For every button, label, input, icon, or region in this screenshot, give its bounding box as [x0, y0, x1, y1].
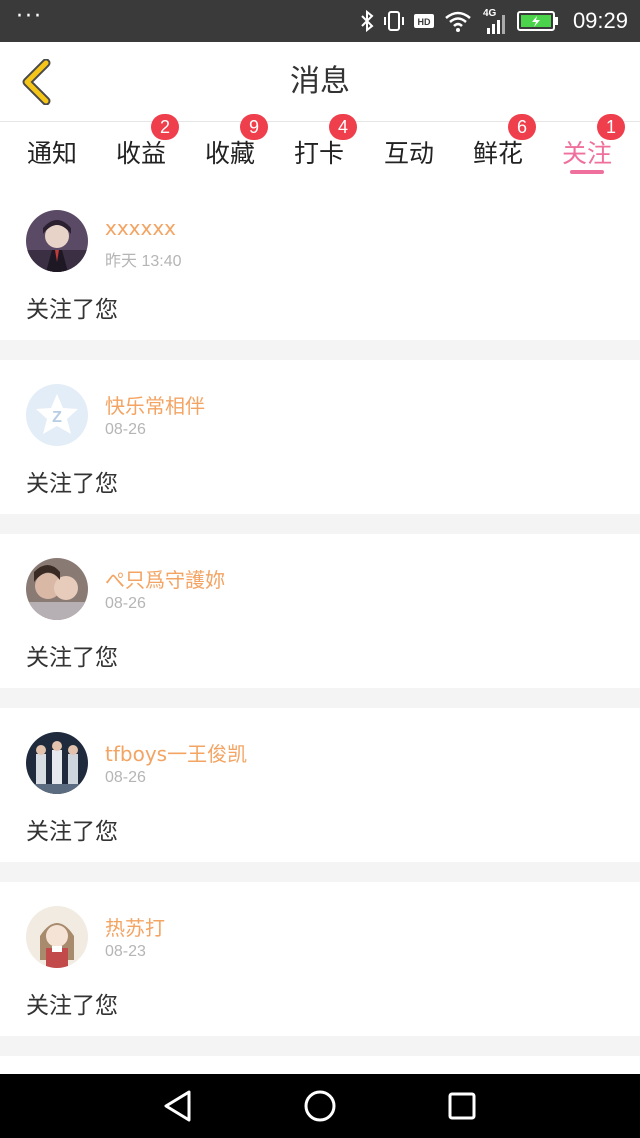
tab-flowers[interactable]: 鲜花 6 [468, 114, 536, 186]
clock: 09:29 [572, 8, 628, 33]
list-item[interactable]: Z 快乐常相伴 08-26 关注了您 [0, 360, 640, 514]
avatar[interactable]: Z [26, 384, 88, 446]
tab-earnings[interactable]: 收益 2 [111, 114, 179, 186]
message-text: 关注了您 [26, 297, 118, 323]
username-link[interactable]: ぺ只爲守護妳 [105, 564, 225, 593]
back-triangle-icon [164, 1090, 191, 1122]
list-item[interactable]: tfboys一王俊凯 08-26 关注了您 [0, 708, 640, 862]
username-link[interactable]: tfboys一王俊凯 [105, 738, 247, 767]
username-link[interactable]: xxxxxx [105, 216, 176, 240]
unread-badge: 6 [508, 114, 536, 140]
tab-checkin[interactable]: 打卡 4 [289, 114, 357, 186]
system-navigation-bar [0, 1074, 640, 1138]
system-home-button[interactable] [280, 1074, 360, 1138]
svg-text:HD: HD [417, 17, 430, 27]
recents-square-icon [448, 1092, 476, 1120]
avatar[interactable] [26, 558, 88, 620]
vibrate-icon [383, 9, 405, 33]
system-back-button[interactable] [138, 1074, 218, 1138]
message-text: 关注了您 [26, 819, 118, 845]
avatar[interactable] [26, 906, 88, 968]
wifi-icon [443, 9, 473, 33]
tab-label: 互动 [383, 139, 434, 168]
home-circle-icon [304, 1090, 336, 1122]
system-recents-button[interactable] [422, 1074, 502, 1138]
unread-badge: 2 [151, 114, 179, 140]
active-tab-indicator [570, 170, 604, 174]
timestamp: 08-26 [105, 595, 146, 612]
tab-label: 通知 [26, 139, 77, 168]
list-item[interactable]: xxxxxx 昨天 13:40 关注了您 [0, 186, 640, 340]
message-text: 关注了您 [26, 993, 118, 1019]
avatar[interactable] [26, 732, 88, 794]
notification-list: xxxxxx 昨天 13:40 关注了您 Z 快乐常相伴 08-26 关注了您 … [0, 186, 640, 1086]
avatar[interactable] [26, 210, 88, 272]
list-item[interactable]: 热苏打 08-23 关注了您 [0, 882, 640, 1036]
username-link[interactable]: 热苏打 [105, 912, 165, 941]
hd-icon: HD [413, 11, 435, 31]
username-link[interactable]: 快乐常相伴 [105, 390, 205, 419]
timestamp: 昨天 13:40 [105, 253, 182, 270]
svg-text:Z: Z [52, 409, 62, 426]
list-item[interactable]: ぺ只爲守護妳 08-26 关注了您 [0, 534, 640, 688]
battery-charging-icon [516, 10, 559, 32]
timestamp: 08-23 [105, 943, 146, 960]
tab-bar: 通知 收益 2 收藏 9 打卡 4 互动 鲜花 6 关注 1 [0, 114, 640, 186]
timestamp: 08-26 [105, 769, 146, 786]
bluetooth-icon [359, 9, 375, 33]
status-bar: ··· HD 4G 09:29 [0, 0, 640, 42]
unread-badge: 4 [329, 114, 357, 140]
header-bar: 消息 [0, 42, 640, 122]
signal-4g-icon: 4G [481, 6, 509, 36]
tab-follow[interactable]: 关注 1 [557, 114, 625, 186]
more-dots-icon: ··· [16, 4, 43, 29]
tab-interaction[interactable]: 互动 [379, 122, 439, 186]
message-text: 关注了您 [26, 471, 118, 497]
tab-favorites[interactable]: 收藏 9 [200, 114, 268, 186]
svg-text:4G: 4G [483, 8, 497, 19]
unread-badge: 9 [240, 114, 268, 140]
tab-notice[interactable]: 通知 [22, 122, 82, 186]
unread-badge: 1 [597, 114, 625, 140]
page-title: 消息 [290, 64, 350, 99]
message-text: 关注了您 [26, 645, 118, 671]
timestamp: 08-26 [105, 421, 146, 438]
